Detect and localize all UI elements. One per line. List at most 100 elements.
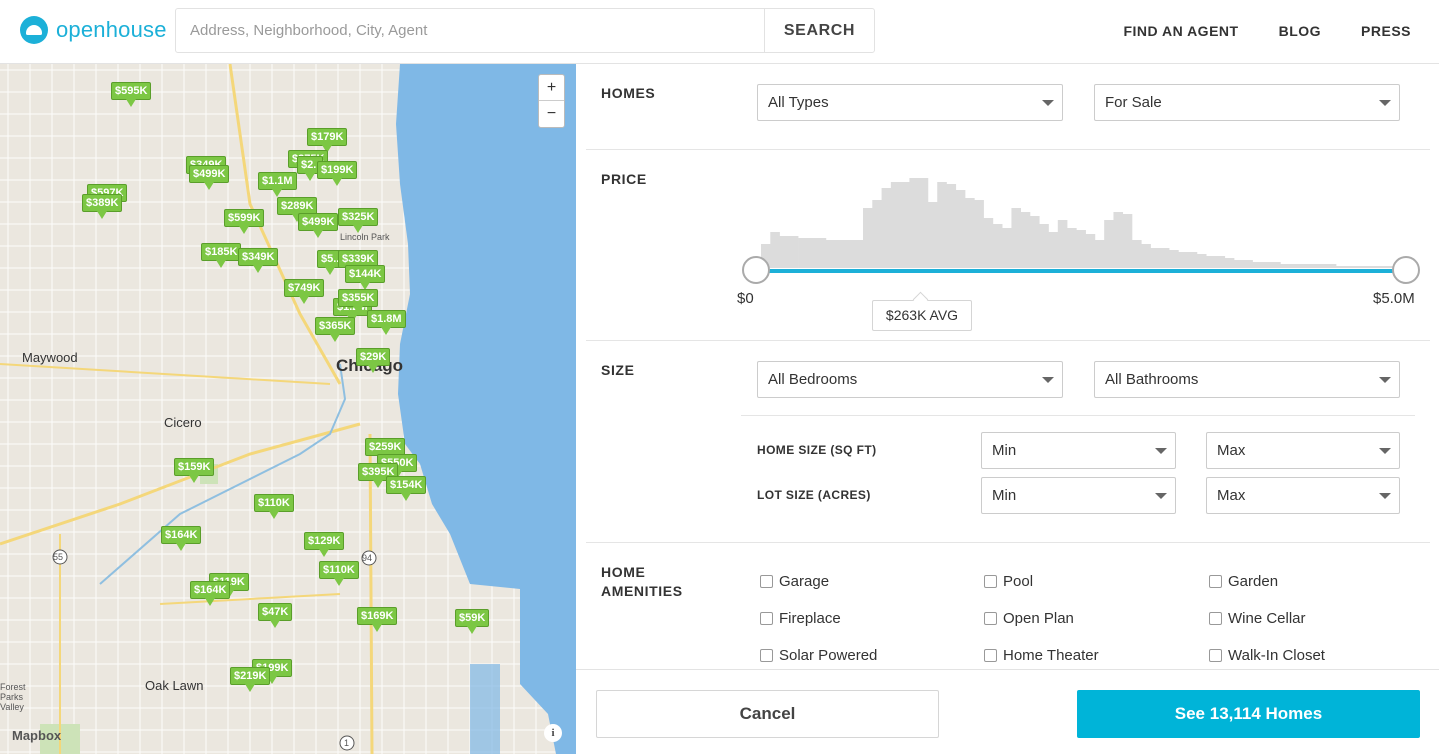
amenity-solar-powered[interactable]: Solar Powered xyxy=(760,647,877,664)
openhouse-logo[interactable]: openhouse xyxy=(20,16,167,44)
size-divider xyxy=(741,415,1415,416)
amenity-fireplace[interactable]: Fireplace xyxy=(760,610,841,627)
map-label-lincoln-park: Lincoln Park xyxy=(340,232,390,242)
histogram-bar xyxy=(1057,220,1068,268)
wine-cellar-checkbox[interactable] xyxy=(1209,612,1222,625)
price-slider-track[interactable] xyxy=(757,269,1406,273)
home-size-label: HOME SIZE (SQ FT) xyxy=(757,443,877,457)
price-pin[interactable]: $185K xyxy=(201,243,242,268)
amenity-garden[interactable]: Garden xyxy=(1209,573,1278,590)
chevron-down-icon xyxy=(1155,448,1167,454)
zoom-in-button[interactable]: + xyxy=(539,75,564,101)
search-button[interactable]: SEARCH xyxy=(764,9,874,52)
price-pin[interactable]: $1.1M xyxy=(258,172,297,197)
home-type-select[interactable]: All Types xyxy=(757,84,1063,121)
size-section: SIZE All Bedrooms All Bathrooms HOME SIZ… xyxy=(586,341,1430,543)
price-pin[interactable]: $110K xyxy=(319,561,359,586)
nav-press[interactable]: PRESS xyxy=(1361,23,1411,39)
home-type-value: All Types xyxy=(768,94,829,111)
price-pin[interactable]: $129K xyxy=(304,532,345,557)
price-pin[interactable]: $325K xyxy=(338,208,379,233)
amenity-wine-cellar[interactable]: Wine Cellar xyxy=(1209,610,1306,627)
price-pin[interactable]: $164K xyxy=(161,526,202,551)
price-pin[interactable]: $164K xyxy=(190,581,231,606)
amenity-walk-in-closet[interactable]: Walk-In Closet xyxy=(1209,647,1325,664)
histogram-bar xyxy=(1085,234,1096,268)
bedrooms-select[interactable]: All Bedrooms xyxy=(757,361,1063,398)
home-size-min-select[interactable]: Min xyxy=(981,432,1176,469)
price-pin[interactable]: $159K xyxy=(174,458,215,483)
price-pin[interactable]: $219K xyxy=(230,667,271,692)
histogram-bar xyxy=(1363,266,1374,268)
histogram-bar xyxy=(1159,248,1170,268)
nav-blog[interactable]: BLOG xyxy=(1279,23,1321,39)
price-pin[interactable]: $169K xyxy=(357,607,398,632)
histogram-bar xyxy=(983,218,994,268)
map-view[interactable]: 55 94 1 Maywood Cicero Chicago Oak Lawn … xyxy=(0,64,576,754)
listing-status-select[interactable]: For Sale xyxy=(1094,84,1400,121)
amenity-label: Garden xyxy=(1228,573,1279,590)
home-size-min-value: Min xyxy=(992,442,1017,459)
nav-find-an-agent[interactable]: FIND AN AGENT xyxy=(1123,23,1238,39)
listing-status-value: For Sale xyxy=(1105,94,1162,111)
histogram-bar xyxy=(798,238,808,268)
search-input[interactable] xyxy=(176,9,764,52)
histogram-bar xyxy=(1122,214,1133,268)
amenity-label: Pool xyxy=(1003,573,1034,590)
pool-checkbox[interactable] xyxy=(984,575,997,588)
price-min-label: $0 xyxy=(737,290,754,307)
histogram-bar xyxy=(807,238,817,268)
amenity-home-theater[interactable]: Home Theater xyxy=(984,647,1099,664)
price-pin[interactable]: $29K xyxy=(356,348,391,373)
price-pin[interactable]: $749K xyxy=(284,279,325,304)
price-pin[interactable]: $47K xyxy=(258,603,293,628)
search-box: SEARCH xyxy=(175,8,875,53)
price-pin[interactable]: $110K xyxy=(254,494,294,519)
price-pin[interactable]: $355K xyxy=(338,289,379,314)
histogram-bar xyxy=(863,208,873,268)
price-pin[interactable]: $59K xyxy=(455,609,490,634)
histogram-bar xyxy=(890,182,901,268)
price-pin[interactable]: $595K xyxy=(111,82,152,107)
price-pin[interactable]: $389K xyxy=(82,194,123,219)
fireplace-checkbox[interactable] xyxy=(760,612,773,625)
price-max-handle[interactable] xyxy=(1392,256,1420,284)
price-pin[interactable]: $199K xyxy=(317,161,358,186)
histogram-bar xyxy=(1178,252,1188,268)
price-pin[interactable]: $179K xyxy=(307,128,348,153)
see-homes-button[interactable]: See 13,114 Homes xyxy=(1077,690,1420,738)
info-icon[interactable]: i xyxy=(544,724,562,742)
price-min-handle[interactable] xyxy=(742,256,770,284)
mapbox-attribution[interactable]: Mapbox xyxy=(12,728,61,743)
histogram-bar xyxy=(1094,240,1105,268)
histogram-bar xyxy=(835,240,845,268)
zoom-out-button[interactable]: − xyxy=(539,101,564,127)
home-size-max-select[interactable]: Max xyxy=(1206,432,1400,469)
histogram-bar xyxy=(1336,266,1346,268)
solar-powered-checkbox[interactable] xyxy=(760,649,773,662)
lot-size-max-value: Max xyxy=(1217,487,1246,504)
price-pin[interactable]: $144K xyxy=(345,265,386,290)
amenity-pool[interactable]: Pool xyxy=(984,573,1033,590)
garden-checkbox[interactable] xyxy=(1209,575,1222,588)
price-pin[interactable]: $499K xyxy=(189,165,230,190)
cancel-button[interactable]: Cancel xyxy=(596,690,939,738)
price-pin[interactable]: $154K xyxy=(386,476,427,501)
price-pin[interactable]: $365K xyxy=(315,317,356,342)
lot-size-max-select[interactable]: Max xyxy=(1206,477,1400,514)
amenity-garage[interactable]: Garage xyxy=(760,573,829,590)
garage-checkbox[interactable] xyxy=(760,575,773,588)
home-size-max-value: Max xyxy=(1217,442,1246,459)
histogram-bar xyxy=(1104,220,1114,268)
price-pin[interactable]: $1.8M xyxy=(367,310,406,335)
walk-in-closet-checkbox[interactable] xyxy=(1209,649,1222,662)
price-pin[interactable]: $499K xyxy=(298,213,339,238)
price-pin[interactable]: $599K xyxy=(224,209,265,234)
bathrooms-select[interactable]: All Bathrooms xyxy=(1094,361,1400,398)
price-max-label: $5.0M xyxy=(1373,290,1415,307)
lot-size-min-select[interactable]: Min xyxy=(981,477,1176,514)
home-theater-checkbox[interactable] xyxy=(984,649,997,662)
amenity-open-plan[interactable]: Open Plan xyxy=(984,610,1074,627)
open-plan-checkbox[interactable] xyxy=(984,612,997,625)
price-pin[interactable]: $349K xyxy=(238,248,279,273)
